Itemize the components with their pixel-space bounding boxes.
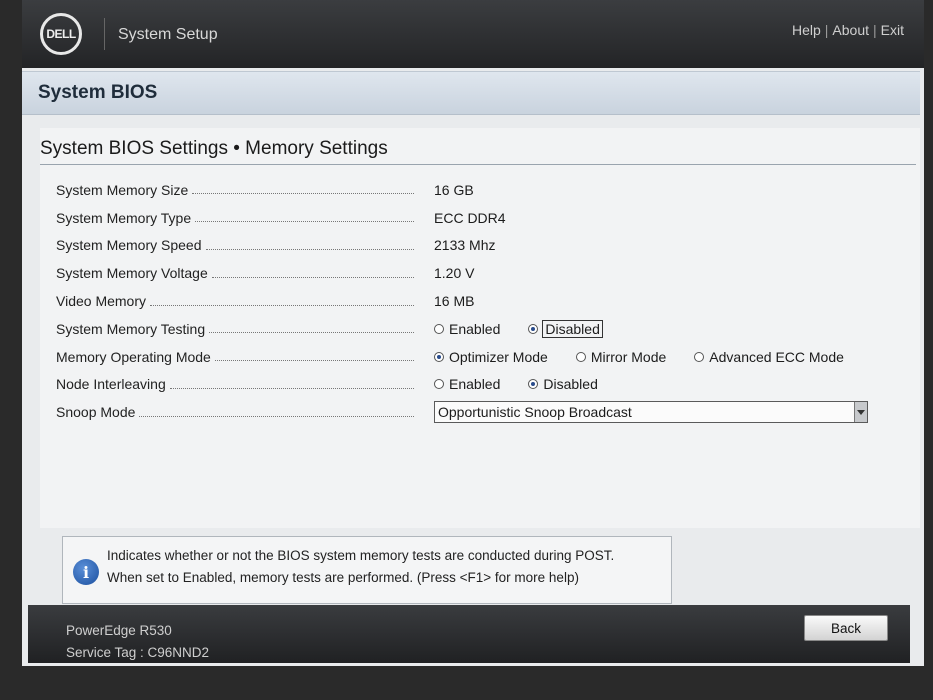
dropdown-value: Opportunistic Snoop Broadcast bbox=[438, 404, 632, 421]
setting-value: 2133 Mhz bbox=[434, 237, 496, 254]
setting-label: Memory Operating Mode bbox=[56, 349, 418, 365]
setting-row-memory-type: System Memory Type ECC DDR4 bbox=[56, 204, 916, 232]
help-link[interactable]: Help bbox=[792, 22, 821, 38]
radio-option-disabled[interactable]: Disabled bbox=[528, 319, 603, 338]
settings-panel: System BIOS Settings • Memory Settings S… bbox=[40, 128, 920, 528]
about-link[interactable]: About bbox=[832, 22, 869, 38]
help-text: Indicates whether or not the BIOS system… bbox=[107, 545, 614, 589]
link-separator: | bbox=[873, 22, 877, 38]
setting-value: 1.20 V bbox=[434, 265, 475, 282]
radio-option-enabled[interactable]: Enabled bbox=[434, 376, 500, 392]
radio-button-selected[interactable] bbox=[434, 351, 444, 362]
radio-option-advanced-ecc[interactable]: Advanced ECC Mode bbox=[694, 349, 844, 365]
setting-label: System Memory Speed bbox=[56, 237, 418, 253]
dropdown-container: Opportunistic Snoop Broadcast bbox=[418, 401, 868, 424]
service-tag: Service Tag : C96NND2 bbox=[66, 645, 210, 660]
radio-button[interactable] bbox=[434, 379, 444, 390]
back-button[interactable]: Back bbox=[804, 615, 888, 641]
page-title: System BIOS Settings • Memory Settings bbox=[40, 138, 388, 159]
setting-value: 16 MB bbox=[434, 293, 475, 310]
setting-label: Snoop Mode bbox=[56, 404, 418, 420]
setting-label: System Memory Voltage bbox=[56, 265, 418, 281]
radio-group: Enabled Disabled bbox=[418, 376, 626, 392]
radio-button[interactable] bbox=[575, 351, 586, 362]
radio-option-disabled[interactable]: Disabled bbox=[528, 376, 598, 392]
setting-label: System Memory Size bbox=[56, 182, 418, 198]
radio-option-enabled[interactable]: Enabled bbox=[434, 321, 500, 337]
setting-label: System Memory Type bbox=[56, 210, 418, 226]
help-box: i Indicates whether or not the BIOS syst… bbox=[62, 536, 672, 604]
footer-bar: PowerEdge R530 Service Tag : C96NND2 Bac… bbox=[28, 605, 910, 663]
exit-link[interactable]: Exit bbox=[881, 22, 904, 38]
setting-value: ECC DDR4 bbox=[434, 209, 506, 226]
chevron-down-icon[interactable] bbox=[854, 402, 867, 423]
radio-group: Enabled Disabled bbox=[418, 319, 630, 338]
main-window: System BIOS System BIOS Settings • Memor… bbox=[22, 68, 924, 666]
radio-option-optimizer[interactable]: Optimizer Mode bbox=[434, 349, 548, 365]
settings-list: System Memory Size 16 GB System Memory T… bbox=[56, 176, 916, 426]
radio-button-selected[interactable] bbox=[528, 379, 539, 390]
setting-row-memory-voltage: System Memory Voltage 1.20 V bbox=[56, 259, 916, 287]
link-separator: | bbox=[824, 22, 829, 38]
setting-row-memory-size: System Memory Size 16 GB bbox=[56, 176, 916, 204]
app-title: System Setup bbox=[118, 26, 218, 43]
setting-row-memory-testing: System Memory Testing Enabled Disabled bbox=[56, 315, 916, 343]
setting-label: System Memory Testing bbox=[56, 321, 418, 337]
section-header: System BIOS bbox=[22, 71, 920, 115]
header-divider bbox=[104, 18, 105, 50]
snoop-mode-dropdown[interactable]: Opportunistic Snoop Broadcast bbox=[434, 401, 868, 424]
setting-value: 16 GB bbox=[434, 181, 474, 198]
header-links: Help | About | Exit bbox=[792, 22, 904, 38]
help-line-1: Indicates whether or not the BIOS system… bbox=[107, 548, 615, 563]
setting-row-node-interleaving: Node Interleaving Enabled Disabled bbox=[56, 371, 916, 399]
radio-button[interactable] bbox=[694, 351, 705, 362]
help-line-2: When set to Enabled, memory tests are pe… bbox=[107, 570, 579, 585]
setting-label: Node Interleaving bbox=[56, 376, 418, 392]
setting-label: Video Memory bbox=[56, 293, 418, 309]
radio-group: Optimizer Mode Mirror Mode Advanced ECC … bbox=[418, 349, 844, 365]
radio-option-mirror[interactable]: Mirror Mode bbox=[575, 349, 666, 365]
setting-row-video-memory: Video Memory 16 MB bbox=[56, 287, 916, 315]
model-name: PowerEdge R530 bbox=[66, 623, 172, 638]
top-header-bar: DELL System Setup Help | About | Exit bbox=[22, 0, 924, 70]
radio-button[interactable] bbox=[434, 323, 444, 334]
section-title: System BIOS bbox=[38, 82, 158, 103]
dell-logo: DELL bbox=[40, 13, 82, 55]
setting-row-memory-speed: System Memory Speed 2133 Mhz bbox=[56, 232, 916, 260]
title-divider bbox=[40, 164, 916, 165]
info-icon: i bbox=[73, 559, 99, 585]
setting-row-memory-operating-mode: Memory Operating Mode Optimizer Mode Mir… bbox=[56, 343, 916, 371]
brand-text: DELL bbox=[46, 27, 76, 41]
radio-button-selected[interactable] bbox=[528, 323, 539, 334]
setting-row-snoop-mode: Snoop Mode Opportunistic Snoop Broadcast bbox=[56, 398, 916, 426]
